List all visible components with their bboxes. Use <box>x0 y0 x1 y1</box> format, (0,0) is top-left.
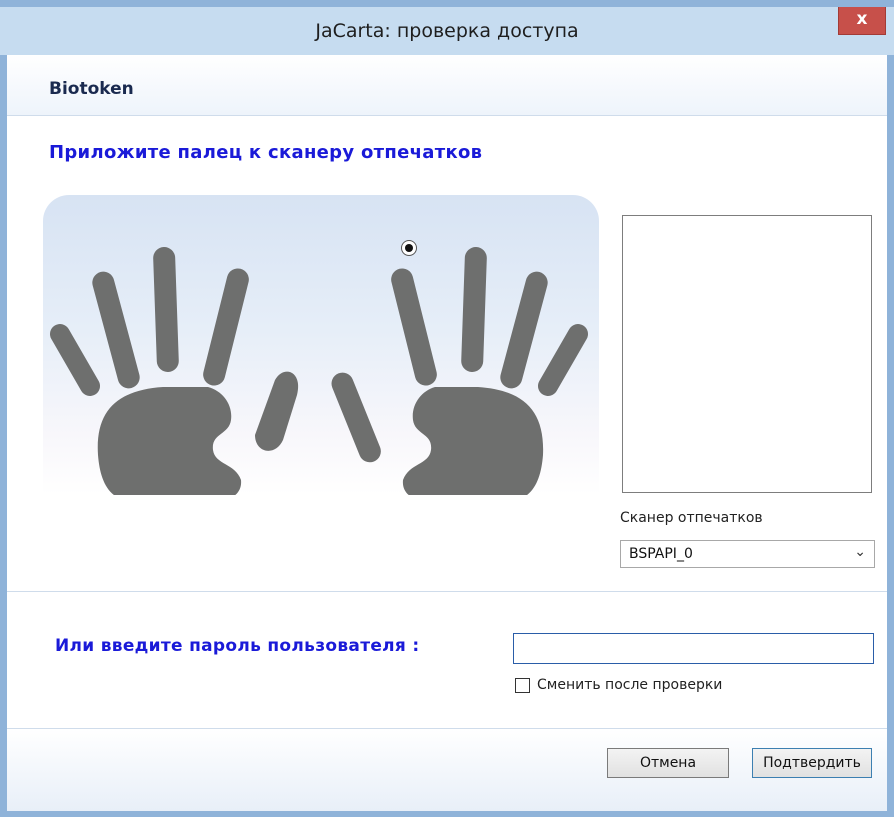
password-input[interactable] <box>513 633 874 664</box>
scanner-select[interactable]: BSPAPI_0 ⌄ <box>620 540 875 568</box>
right-pinky <box>538 324 588 396</box>
chevron-down-icon: ⌄ <box>854 544 866 560</box>
left-ring <box>92 271 140 389</box>
hands-panel <box>43 195 599 495</box>
section-divider <box>7 591 887 592</box>
header-band: Biotoken <box>7 55 887 116</box>
dialog-window: JaCarta: проверка доступа x Biotoken При… <box>0 0 894 817</box>
left-index <box>203 268 249 386</box>
finger-selector-radio[interactable] <box>401 240 417 256</box>
header-title: Biotoken <box>49 79 134 99</box>
fingerprint-preview-box <box>622 215 872 493</box>
hands-icon <box>50 247 588 495</box>
scanner-label: Сканер отпечатков <box>620 510 763 526</box>
right-index <box>391 268 437 386</box>
fingerprint-instruction: Приложите палец к сканеру отпечатков <box>49 142 483 163</box>
right-middle <box>461 247 487 372</box>
right-thumb-finger <box>331 372 381 463</box>
scanner-select-value: BSPAPI_0 <box>629 546 693 562</box>
left-middle <box>153 247 179 372</box>
close-icon: x <box>856 9 868 29</box>
confirm-button[interactable]: Подтвердить <box>752 748 872 778</box>
change-after-check-checkbox[interactable] <box>515 678 530 693</box>
left-pinky <box>50 324 100 396</box>
close-button[interactable]: x <box>838 7 886 35</box>
right-palm <box>402 387 544 495</box>
cancel-button[interactable]: Отмена <box>607 748 729 778</box>
change-after-check-label[interactable]: Сменить после проверки <box>537 677 722 693</box>
left-palm <box>97 387 242 495</box>
title-bar[interactable]: JaCarta: проверка доступа x <box>0 0 894 55</box>
left-thumb <box>255 371 299 451</box>
right-ring <box>500 271 548 389</box>
password-label: Или введите пароль пользователя : <box>55 636 420 656</box>
window-title: JaCarta: проверка доступа <box>315 20 579 42</box>
